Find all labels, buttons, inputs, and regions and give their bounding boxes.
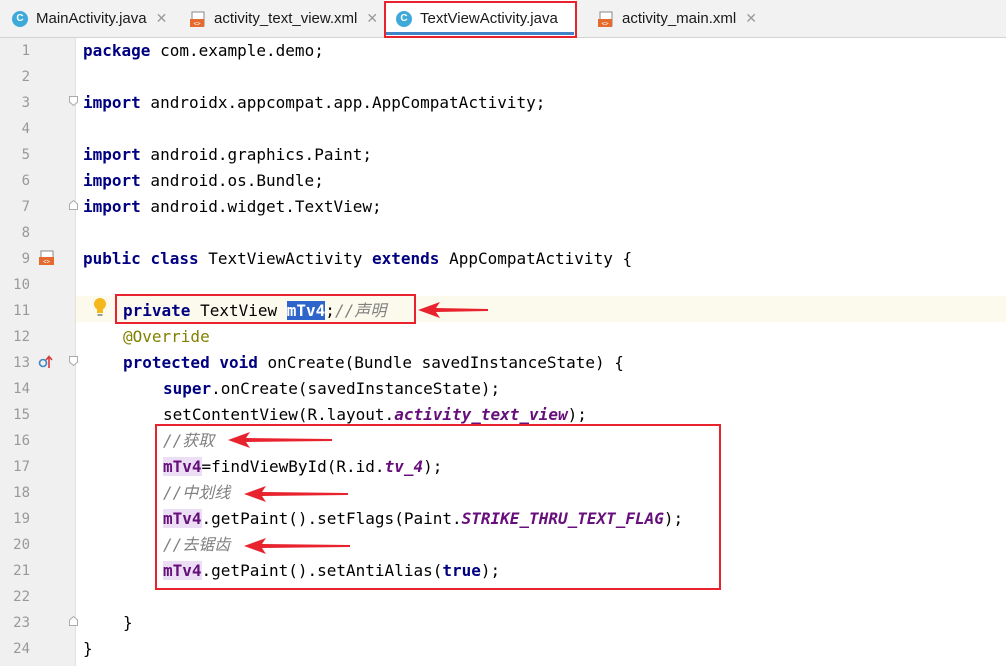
line-number-gutter: 1 2 3 4 5 6 7 8 9 10 11 12 13 14 15 16 1…	[0, 38, 78, 666]
code-line-14: super.onCreate(savedInstanceState);	[163, 379, 501, 398]
tab-activity-text-view-xml[interactable]: <> activity_text_view.xml ✕	[190, 0, 380, 37]
tab-label: activity_text_view.xml	[214, 10, 358, 27]
fold-icon[interactable]	[69, 616, 78, 626]
line-number: 19	[13, 511, 30, 527]
line-number: 20	[13, 537, 30, 553]
code-line-24: }	[83, 639, 93, 658]
code-line-1: package com.example.demo;	[83, 41, 324, 60]
annotation-arrow	[244, 486, 348, 502]
line-number: 12	[13, 329, 30, 345]
close-icon[interactable]: ✕	[156, 10, 168, 27]
java-class-icon: C	[12, 10, 28, 27]
line-number: 24	[13, 641, 30, 657]
line-number: 13	[13, 355, 30, 371]
svg-text:<>: <>	[43, 259, 51, 266]
line-number: 14	[13, 381, 30, 397]
line-number: 2	[21, 69, 30, 85]
annotation-box-declaration	[115, 294, 416, 324]
tab-activity-main-xml[interactable]: <> activity_main.xml ✕	[598, 0, 768, 37]
xml-layout-icon: <>	[190, 11, 206, 27]
active-tab-highlight-box	[384, 1, 577, 38]
code-line-23: }	[123, 613, 133, 632]
svg-text:<>: <>	[601, 20, 609, 27]
line-number: 7	[21, 199, 30, 215]
xml-layout-icon: <>	[598, 11, 614, 27]
code-line-9: public class TextViewActivity extends Ap…	[83, 249, 633, 268]
code-line-3: import androidx.appcompat.app.AppCompatA…	[83, 93, 546, 112]
code-line-5: import android.graphics.Paint;	[83, 145, 372, 164]
line-number: 3	[21, 95, 30, 111]
fold-icon[interactable]	[69, 200, 78, 210]
svg-text:<>: <>	[193, 20, 201, 27]
code-line-13: protected void onCreate(Bundle savedInst…	[123, 353, 624, 372]
code-line-7: import android.widget.TextView;	[83, 197, 382, 216]
fold-icon[interactable]	[69, 96, 78, 106]
tab-main-activity[interactable]: C MainActivity.java ✕	[12, 0, 182, 37]
line-number: 22	[13, 589, 30, 605]
line-number: 21	[13, 563, 30, 579]
tab-label: activity_main.xml	[622, 10, 737, 27]
line-number: 23	[13, 615, 30, 631]
line-number: 4	[21, 121, 30, 137]
annotation-arrow	[418, 302, 488, 318]
line-number: 9	[21, 251, 30, 267]
line-number: 11	[13, 303, 30, 319]
line-number: 6	[21, 173, 30, 189]
xml-layout-icon[interactable]: <>	[38, 250, 56, 266]
override-method-icon[interactable]	[38, 354, 54, 370]
lightbulb-icon[interactable]	[91, 296, 109, 318]
line-number: 18	[13, 485, 30, 501]
line-number: 10	[13, 277, 30, 293]
line-number: 17	[13, 459, 30, 475]
line-number: 8	[21, 225, 30, 241]
code-line-12: @Override	[123, 327, 210, 346]
line-number: 15	[13, 407, 30, 423]
annotation-arrow	[228, 432, 332, 448]
code-editor[interactable]: 1 2 3 4 5 6 7 8 9 10 11 12 13 14 15 16 1…	[0, 38, 1006, 666]
line-number: 16	[13, 433, 30, 449]
line-number: 1	[21, 43, 30, 59]
line-number: 5	[21, 147, 30, 163]
code-line-6: import android.os.Bundle;	[83, 171, 324, 190]
close-icon[interactable]: ✕	[366, 10, 378, 27]
fold-icon[interactable]	[69, 356, 78, 366]
annotation-arrow	[244, 538, 350, 554]
tab-label: MainActivity.java	[36, 10, 147, 27]
close-icon[interactable]: ✕	[745, 10, 757, 27]
editor-tab-bar: C MainActivity.java ✕ <> activity_text_v…	[0, 0, 1006, 38]
